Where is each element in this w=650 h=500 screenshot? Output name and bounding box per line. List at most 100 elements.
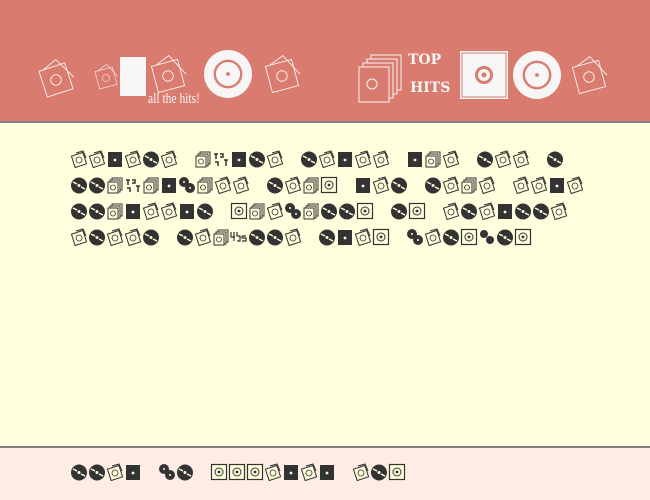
sleeve-stack-icon	[461, 177, 477, 194]
black-sleeve-icon	[498, 204, 512, 219]
specimen-row	[70, 202, 568, 222]
record-sleeve-icon	[494, 150, 512, 168]
white-sleeve-icon	[210, 463, 228, 481]
record-sleeve-icon	[300, 463, 318, 481]
vinyl-record-icon	[177, 464, 193, 481]
white-sleeve-icon	[246, 463, 264, 481]
record-sleeve-icon	[372, 150, 390, 168]
specimen-area	[0, 123, 650, 446]
vinyl-record-icon	[371, 464, 387, 481]
sleeve-stack-icon	[303, 203, 319, 220]
vinyl-record-icon	[177, 229, 193, 246]
vinyl-record-icon	[71, 177, 87, 194]
vinyl-record-icon	[89, 229, 105, 246]
black-sleeve-icon	[162, 178, 176, 193]
specimen-row	[70, 150, 564, 170]
record-sleeve-icon	[266, 202, 284, 220]
white-sleeve-icon	[460, 51, 508, 99]
specimen-row	[70, 176, 584, 196]
black-sleeve-icon	[180, 204, 194, 219]
record-sleeve-icon	[478, 202, 496, 220]
black-sleeve-icon	[356, 178, 370, 193]
record-sleeve-icon	[232, 176, 250, 194]
record-pair-icon	[179, 177, 195, 193]
white-sleeve-icon	[120, 57, 146, 96]
vinyl-record-icon	[461, 203, 477, 220]
vinyl-record-icon	[204, 50, 252, 98]
black-sleeve-icon	[408, 152, 422, 167]
record-sleeve-icon	[264, 55, 301, 94]
black-sleeve-icon	[550, 178, 564, 193]
record-sleeve-icon	[160, 202, 178, 220]
record-sleeve-icon	[566, 176, 584, 194]
vinyl-record-icon	[339, 203, 355, 220]
white-sleeve-icon	[356, 202, 374, 220]
vinyl-record-icon	[143, 151, 159, 168]
record-sleeve-icon	[150, 55, 187, 94]
vinyl-record-icon	[89, 177, 105, 194]
record-sleeve-icon	[70, 228, 88, 246]
vinyl-record-icon	[391, 177, 407, 194]
record-pair-icon	[159, 464, 175, 480]
record-sleeve-icon	[70, 150, 88, 168]
record-pair-icon	[407, 229, 423, 245]
record-sleeve-icon	[442, 176, 460, 194]
record-sleeve-icon	[38, 58, 75, 98]
specimen-row	[70, 228, 532, 248]
logo-left-text: all the hits!	[148, 91, 200, 107]
vinyl-record-icon	[497, 229, 513, 246]
white-sleeve-icon	[228, 463, 246, 481]
black-sleeve-icon	[320, 465, 334, 480]
record-sleeve-icon	[94, 64, 119, 90]
record-sleeve-icon	[352, 463, 370, 481]
vinyl-record-icon	[71, 464, 87, 481]
sleeve-stack-icon	[213, 229, 229, 246]
white-sleeve-icon	[320, 176, 338, 194]
vinyl-record-icon	[321, 203, 337, 220]
vinyl-record-icon	[319, 229, 335, 246]
record-sleeve-icon	[194, 228, 212, 246]
record-sleeve-icon	[550, 202, 568, 220]
record-sleeve-icon	[442, 202, 460, 220]
record-sleeve-icon	[106, 228, 124, 246]
vinyl-record-icon	[143, 229, 159, 246]
white-sleeve-icon	[460, 228, 478, 246]
record-sleeve-icon	[372, 176, 390, 194]
sleeve-stack-icon	[107, 203, 123, 220]
record-sleeve-icon	[354, 150, 372, 168]
vinyl-record-icon	[425, 177, 441, 194]
vinyl-record-icon	[391, 203, 407, 220]
record-sleeve-icon	[106, 463, 124, 481]
record-sleeve-icon	[88, 150, 106, 168]
black-sleeve-icon	[338, 152, 352, 167]
sleeve-stack-icon	[303, 177, 319, 194]
record-sleeve-icon	[284, 176, 302, 194]
vinyl-record-icon	[515, 203, 531, 220]
vinyl-record-icon	[513, 51, 561, 99]
black-sleeve-icon	[232, 152, 246, 167]
sleeve-stack-icon	[197, 177, 213, 194]
white-sleeve-icon	[408, 202, 426, 220]
header-banner: all the hits! TOP HITS	[0, 0, 650, 121]
record-sleeve-icon	[160, 150, 178, 168]
black-sleeve-icon	[126, 465, 140, 480]
vinyl-record-icon	[477, 151, 493, 168]
white-sleeve-icon	[372, 228, 390, 246]
black-sleeve-icon	[284, 465, 298, 480]
vinyl-record-icon	[301, 151, 317, 168]
record-sleeve-icon	[266, 150, 284, 168]
record-sleeve-icon	[318, 150, 336, 168]
45s-label-icon	[230, 232, 247, 242]
record-sleeve-icon	[424, 228, 442, 246]
vinyl-record-icon	[89, 464, 105, 481]
vinyl-record-icon	[533, 203, 549, 220]
vinyl-record-icon	[197, 203, 213, 220]
footer-sample-row	[70, 463, 406, 483]
top-hits-icon	[214, 153, 228, 166]
record-sleeve-icon	[512, 176, 530, 194]
sleeve-stack-icon	[143, 177, 159, 194]
vinyl-record-icon	[249, 151, 265, 168]
sleeve-stack-icon	[195, 151, 211, 168]
logo-right-text: TOP HITS	[408, 52, 450, 96]
record-sleeve-icon	[142, 202, 160, 220]
